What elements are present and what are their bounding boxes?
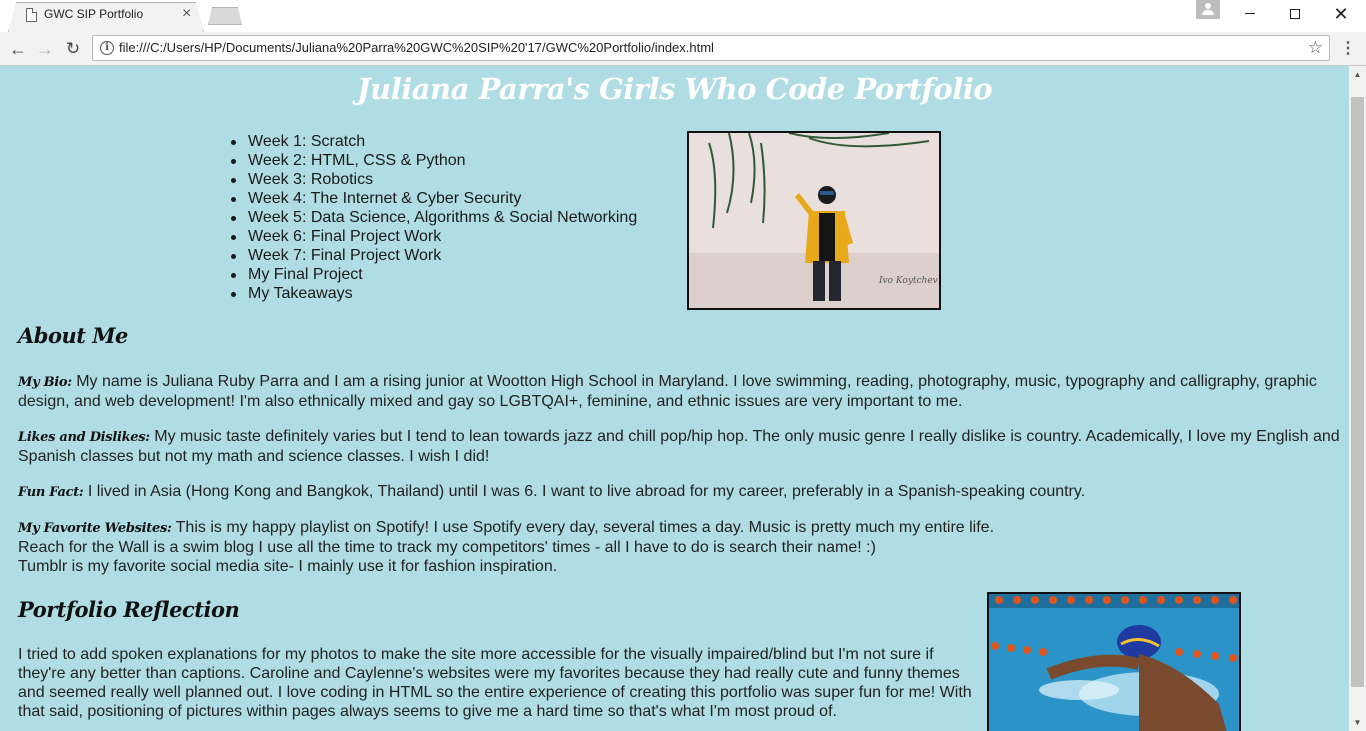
- reflection-heading: Portfolio Reflection: [18, 597, 240, 622]
- nav-link[interactable]: Week 4: The Internet & Cyber Security: [230, 189, 637, 208]
- likes-label: Likes and Dislikes:: [18, 430, 150, 445]
- url-text[interactable]: file:///C:/Users/HP/Documents/Juliana%20…: [119, 40, 714, 55]
- nav-link[interactable]: Week 3: Robotics: [230, 170, 637, 189]
- nav-link[interactable]: Week 6: Final Project Work: [230, 227, 637, 246]
- minimize-icon: [1245, 13, 1255, 15]
- info-icon[interactable]: i: [100, 41, 114, 55]
- page-viewport: Juliana Parra's Girls Who Code Portfolio…: [0, 66, 1349, 731]
- websites-paragraph: My Favorite Websites: This is my happy p…: [18, 518, 1343, 576]
- spotify-link[interactable]: This is my happy playlist on Spotify! I …: [171, 519, 994, 536]
- fun-fact-label: Fun Fact:: [18, 485, 84, 500]
- websites-label: My Favorite Websites:: [18, 521, 172, 536]
- photo-credit: Ivo Koytchev: [878, 276, 938, 286]
- new-tab-button[interactable]: [208, 7, 242, 25]
- profile-icon[interactable]: [1196, 0, 1220, 19]
- browser-toolbar: ← → ↻ i file:///C:/Users/HP/Documents/Ju…: [0, 32, 1366, 66]
- bio-paragraph: My Bio: My name is Juliana Ruby Parra an…: [18, 372, 1343, 411]
- page-scrollbar[interactable]: ▲ ▼: [1349, 66, 1366, 731]
- likes-paragraph: Likes and Dislikes: My music taste defin…: [18, 427, 1343, 466]
- fun-fact-paragraph: Fun Fact: I lived in Asia (Hong Kong and…: [18, 482, 1343, 502]
- portrait-photo-drawing: Ivo Koytchev: [689, 133, 939, 308]
- page-title: Juliana Parra's Girls Who Code Portfolio: [356, 72, 993, 106]
- swim-blog-link[interactable]: Reach for the Wall is a swim blog I use …: [18, 538, 1343, 557]
- likes-text: My music taste definitely varies but I t…: [18, 428, 1340, 465]
- close-window-button[interactable]: ✕: [1318, 0, 1364, 28]
- nav-link[interactable]: Week 1: Scratch: [230, 132, 637, 151]
- title-bar: GWC SIP Portfolio × ✕: [0, 0, 1366, 32]
- swimmer-photo-drawing: [989, 594, 1239, 731]
- tumblr-link[interactable]: Tumblr is my favorite social media site-…: [18, 557, 1343, 576]
- reload-button[interactable]: ↻: [61, 37, 85, 61]
- fun-fact-text: I lived in Asia (Hong Kong and Bangkok, …: [83, 483, 1086, 500]
- tab-title: GWC SIP Portfolio: [44, 7, 144, 21]
- nav-link[interactable]: Week 7: Final Project Work: [230, 246, 637, 265]
- restore-icon: [1290, 8, 1300, 19]
- nav-link[interactable]: My Takeaways: [230, 284, 637, 303]
- bio-label: My Bio:: [18, 375, 72, 390]
- forward-button[interactable]: →: [33, 37, 57, 61]
- page-favicon-icon: [26, 8, 37, 22]
- about-heading: About Me: [18, 323, 128, 348]
- swimmer-photo: [987, 592, 1241, 731]
- scroll-up-icon[interactable]: ▲: [1349, 66, 1366, 83]
- scroll-thumb[interactable]: [1351, 97, 1364, 687]
- bookmark-star-icon[interactable]: ☆: [1308, 38, 1323, 58]
- scroll-down-icon[interactable]: ▼: [1349, 714, 1366, 731]
- back-button[interactable]: ←: [6, 37, 30, 61]
- minimize-button[interactable]: [1227, 0, 1273, 28]
- close-tab-icon[interactable]: ×: [182, 5, 191, 23]
- nav-link[interactable]: My Final Project: [230, 265, 637, 284]
- bio-text: My name is Juliana Ruby Parra and I am a…: [18, 373, 1317, 410]
- portrait-photo: Ivo Koytchev: [687, 131, 941, 310]
- reflection-paragraph: I tried to add spoken explanations for m…: [18, 646, 972, 720]
- nav-link[interactable]: Week 2: HTML, CSS & Python: [230, 151, 637, 170]
- nav-link[interactable]: Week 5: Data Science, Algorithms & Socia…: [230, 208, 637, 227]
- nav-link-list: Week 1: Scratch Week 2: HTML, CSS & Pyth…: [230, 132, 637, 303]
- browser-menu-icon[interactable]: ⋮: [1340, 39, 1356, 59]
- address-bar[interactable]: i file:///C:/Users/HP/Documents/Juliana%…: [92, 35, 1330, 61]
- restore-button[interactable]: [1272, 0, 1318, 28]
